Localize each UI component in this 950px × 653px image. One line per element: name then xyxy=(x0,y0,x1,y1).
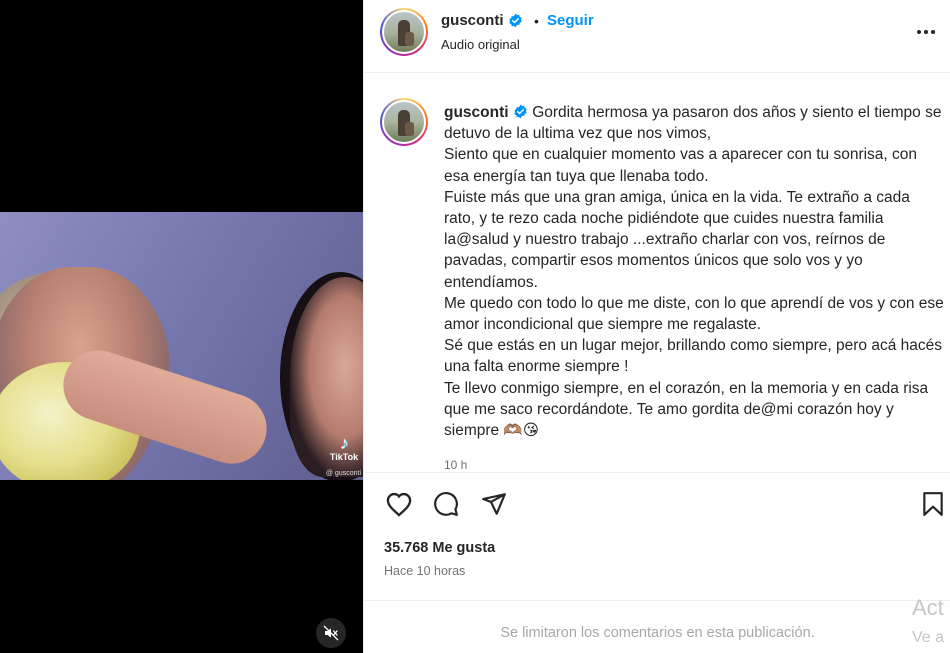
post-details-panel: gusconti • Seguir Audio original guscont… xyxy=(363,0,950,653)
tiktok-watermark: ♪ TikTok xyxy=(329,434,359,462)
watermark-line-1: Act xyxy=(912,595,944,620)
video-frame[interactable]: ♪ TikTok @ gusconti xyxy=(0,212,363,480)
share-button[interactable] xyxy=(479,489,509,519)
comments-limited-notice: Se limitaron los comentarios en esta pub… xyxy=(364,600,950,653)
post-timestamp: Hace 10 horas xyxy=(384,564,466,578)
video-player[interactable]: ♪ TikTok @ gusconti xyxy=(0,0,363,653)
post-caption: gusconti Gordita hermosa ya pasaron dos … xyxy=(444,102,944,441)
post-header: gusconti • Seguir Audio original xyxy=(364,0,950,73)
header-username[interactable]: gusconti xyxy=(441,12,504,29)
avatar-image xyxy=(382,10,426,54)
tiktok-username: @ gusconti xyxy=(325,470,361,477)
comment-button[interactable] xyxy=(431,489,461,519)
more-options-button[interactable] xyxy=(914,20,938,44)
header-username-row[interactable]: gusconti xyxy=(441,12,523,29)
bookmark-icon xyxy=(923,492,943,516)
caption-paragraph: Te llevo conmigo siempre, en el corazón,… xyxy=(444,379,929,440)
separator-dot: • xyxy=(534,13,539,29)
action-bar xyxy=(364,472,950,534)
like-count[interactable]: 35.768 Me gusta xyxy=(384,540,495,556)
paper-plane-icon xyxy=(482,493,506,515)
caption-username[interactable]: gusconti xyxy=(444,104,509,121)
comment-icon xyxy=(434,492,458,516)
caption-paragraph: Me quedo con todo lo que me diste, con l… xyxy=(444,294,944,334)
caption-timestamp[interactable]: 10 h xyxy=(444,458,467,472)
like-button[interactable] xyxy=(384,489,414,519)
mute-button[interactable] xyxy=(316,618,346,648)
caption-paragraph: Sé que estás en un lugar mejor, brilland… xyxy=(444,337,943,376)
avatar-figure-child xyxy=(405,122,414,136)
watermark-line-2: Ve a xyxy=(912,629,945,646)
avatar-image xyxy=(382,100,426,144)
instagram-post-view: ♪ TikTok @ gusconti gusconti • Seguir Au… xyxy=(0,0,950,653)
verified-badge-icon xyxy=(514,104,527,119)
avatar-figure-child xyxy=(405,32,414,46)
follow-button[interactable]: Seguir xyxy=(547,12,594,29)
comments-limited-text: Se limitaron los comentarios en esta pub… xyxy=(500,625,815,641)
speaker-muted-icon xyxy=(323,625,339,641)
tiktok-icon: ♪ xyxy=(339,433,349,453)
verified-badge-icon xyxy=(508,13,522,28)
caption-paragraph: Fuiste más que una gran amiga, única en … xyxy=(444,188,910,291)
tiktok-label: TikTok xyxy=(329,452,359,462)
audio-link[interactable]: Audio original xyxy=(441,37,520,52)
avatar[interactable] xyxy=(380,8,428,56)
caption-line: gusconti Gordita hermosa ya pasaron dos … xyxy=(444,102,944,144)
more-dots-icon xyxy=(917,30,935,34)
caption-avatar[interactable] xyxy=(380,98,428,146)
caption-paragraph: Siento que en cualquier momento vas a ap… xyxy=(444,146,918,185)
heart-icon xyxy=(386,492,412,517)
save-button[interactable] xyxy=(918,489,948,519)
